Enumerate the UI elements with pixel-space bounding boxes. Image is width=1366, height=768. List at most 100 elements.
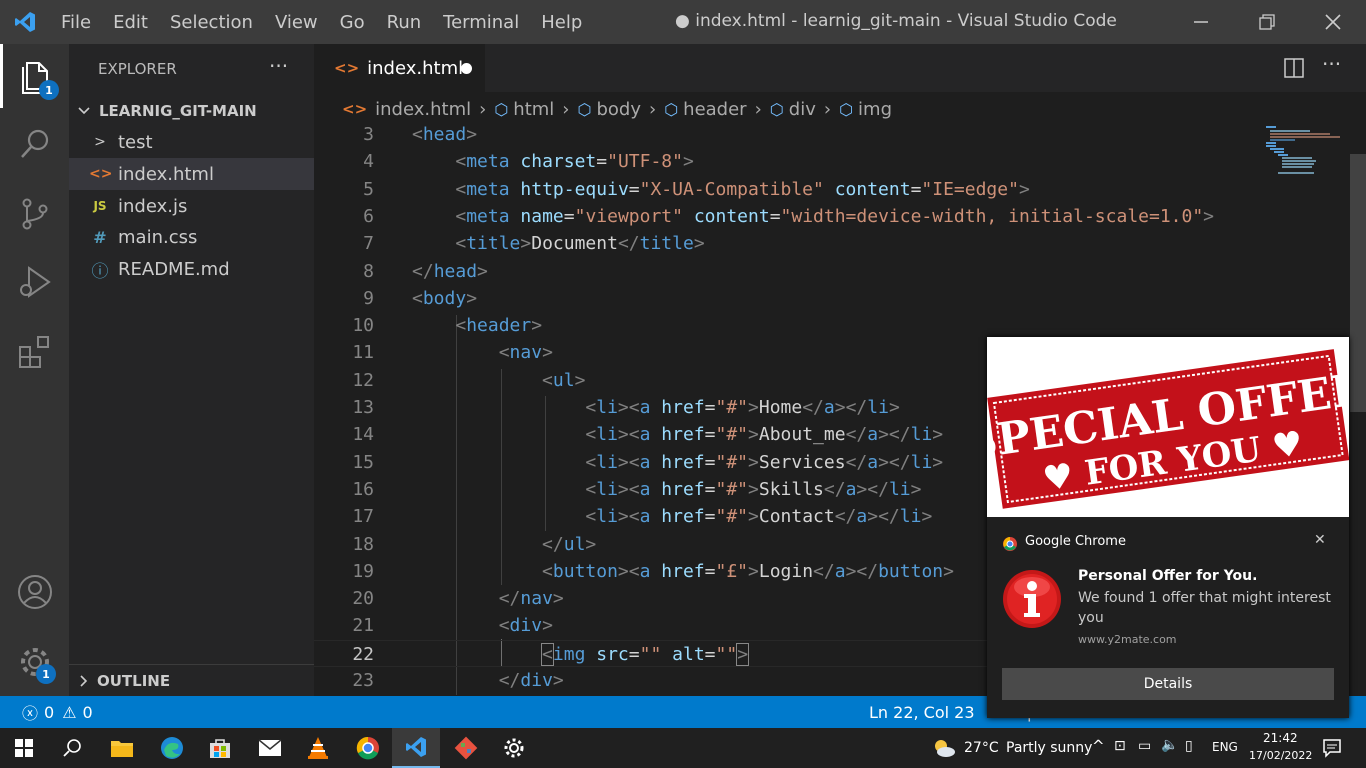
source-control-activity-button[interactable]: [0, 182, 69, 246]
taskbar-file-explorer[interactable]: [98, 728, 146, 768]
menu-terminal[interactable]: Terminal: [432, 12, 530, 33]
code-text[interactable]: <div>: [412, 612, 553, 639]
mail-icon: [258, 739, 282, 756]
code-text[interactable]: <ul>: [412, 367, 585, 394]
menu-go[interactable]: Go: [329, 12, 376, 33]
run-debug-activity-button[interactable]: [0, 250, 69, 314]
close-notification-icon[interactable]: ✕: [1314, 532, 1326, 548]
explorer-activity-button[interactable]: 1: [0, 44, 69, 108]
tree-item-main-css[interactable]: # main.css: [69, 221, 314, 253]
tree-item-index-js[interactable]: JS index.js: [69, 190, 314, 222]
battery-icon[interactable]: ▯: [1185, 738, 1193, 754]
breadcrumb-item[interactable]: header: [683, 99, 746, 120]
network-icon[interactable]: ▭: [1138, 738, 1151, 754]
start-button[interactable]: [0, 728, 48, 768]
close-window-button[interactable]: [1300, 0, 1366, 44]
taskbar-vscode[interactable]: [392, 728, 440, 768]
input-language[interactable]: ENG: [1212, 740, 1238, 754]
code-text[interactable]: <li><a href="#">Home</a></li>: [412, 394, 899, 421]
warning-count: 0: [82, 702, 93, 722]
tab-index-html[interactable]: <> index.html: [314, 44, 485, 92]
breadcrumb-item[interactable]: div: [789, 99, 816, 120]
manage-activity-button[interactable]: 1: [0, 630, 69, 694]
unsaved-dot-icon[interactable]: [461, 63, 472, 74]
minimize-button[interactable]: [1168, 0, 1234, 44]
chevron-up-icon[interactable]: ^: [1092, 737, 1105, 755]
tree-item-readme[interactable]: ⓘ README.md: [69, 253, 314, 285]
menu-edit[interactable]: Edit: [102, 12, 159, 33]
taskbar-edge[interactable]: [148, 728, 196, 768]
split-editor-icon[interactable]: [1284, 58, 1304, 82]
taskbar-settings[interactable]: [490, 728, 538, 768]
menu-file[interactable]: File: [50, 12, 102, 33]
tray-app-icon[interactable]: ⊡: [1114, 738, 1126, 754]
code-text[interactable]: <img src="" alt="">: [412, 641, 750, 668]
outline-section[interactable]: OUTLINE: [69, 664, 314, 696]
menu-selection[interactable]: Selection: [159, 12, 264, 33]
code-text[interactable]: <head>: [412, 126, 477, 148]
taskbar-git[interactable]: [442, 728, 490, 768]
code-line[interactable]: 10 <header>: [314, 312, 1258, 339]
code-text[interactable]: <li><a href="#">About_me</a></li>: [412, 421, 943, 448]
weather-description[interactable]: Partly sunny: [1006, 740, 1092, 756]
code-text[interactable]: </nav>: [412, 585, 564, 612]
code-text[interactable]: <title>Document</title>: [412, 230, 704, 257]
code-text[interactable]: <body>: [412, 285, 477, 312]
explorer-title: EXPLORER: [98, 60, 177, 78]
weather-temperature[interactable]: 27°C: [964, 740, 999, 756]
volume-icon[interactable]: 🔈: [1161, 737, 1178, 753]
code-text[interactable]: <meta http-equiv="X-UA-Compatible" conte…: [412, 176, 1029, 203]
folder-header[interactable]: LEARNIG_GIT-MAIN: [69, 100, 314, 122]
breadcrumb-item[interactable]: img: [858, 99, 892, 120]
breadcrumb-item[interactable]: body: [596, 99, 641, 120]
clock-time[interactable]: 21:42: [1263, 731, 1298, 745]
run-debug-icon: [19, 266, 51, 298]
code-text[interactable]: </div>: [412, 667, 564, 694]
code-text[interactable]: </head>: [412, 258, 488, 285]
explorer-more-button[interactable]: ···: [269, 54, 288, 78]
code-line[interactable]: 9 <body>: [314, 285, 1258, 312]
code-line[interactable]: 7 <title>Document</title>: [314, 230, 1258, 257]
code-line[interactable]: 3 <head>: [314, 126, 1258, 148]
more-actions-icon[interactable]: ···: [1322, 52, 1341, 76]
code-text[interactable]: <li><a href="#">Services</a></li>: [412, 449, 943, 476]
taskbar-store[interactable]: [196, 728, 244, 768]
code-line[interactable]: 8 </head>: [314, 258, 1258, 285]
menu-run[interactable]: Run: [376, 12, 433, 33]
menu-help[interactable]: Help: [530, 12, 593, 33]
extensions-activity-button[interactable]: [0, 320, 69, 384]
details-button[interactable]: Details: [1002, 668, 1334, 700]
code-text[interactable]: <header>: [412, 312, 542, 339]
code-line[interactable]: 5 <meta http-equiv="X-UA-Compatible" con…: [314, 176, 1258, 203]
problems-indicator[interactable]: ⓧ 0 ⚠ 0: [22, 700, 93, 724]
taskbar-vlc[interactable]: [294, 728, 342, 768]
search-activity-button[interactable]: [0, 112, 69, 176]
breadcrumb-item[interactable]: index.html: [375, 99, 471, 120]
menu-view[interactable]: View: [264, 12, 329, 33]
code-text[interactable]: <meta charset="UTF-8">: [412, 148, 693, 175]
clock-date[interactable]: 17/02/2022: [1249, 749, 1312, 762]
tree-item-index-html[interactable]: <> index.html: [69, 158, 314, 190]
weather-icon[interactable]: [932, 737, 956, 763]
taskbar-mail[interactable]: [246, 728, 294, 768]
editor-scrollbar[interactable]: [1350, 126, 1366, 696]
cursor-position[interactable]: Ln 22, Col 23: [869, 703, 975, 722]
explorer-badge: 1: [39, 80, 59, 100]
code-line[interactable]: 6 <meta name="viewport" content="width=d…: [314, 203, 1258, 230]
accounts-activity-button[interactable]: [0, 560, 69, 624]
restore-button[interactable]: [1234, 0, 1300, 44]
tree-item-test[interactable]: > test: [69, 126, 314, 158]
code-text[interactable]: <li><a href="#">Contact</a></li>: [412, 503, 932, 530]
taskbar-search-button[interactable]: [48, 728, 96, 768]
action-center-icon[interactable]: [1322, 738, 1342, 762]
code-text[interactable]: <nav>: [412, 339, 553, 366]
scrollbar-thumb[interactable]: [1350, 154, 1366, 412]
line-number: 10: [352, 315, 374, 337]
code-text[interactable]: </ul>: [412, 531, 596, 558]
code-text[interactable]: <button><a href="£">Login</a></button>: [412, 558, 954, 585]
taskbar-chrome[interactable]: [344, 728, 392, 768]
code-text[interactable]: <meta name="viewport" content="width=dev…: [412, 203, 1214, 230]
code-text[interactable]: <li><a href="#">Skills</a></li>: [412, 476, 921, 503]
code-line[interactable]: 4 <meta charset="UTF-8">: [314, 148, 1258, 175]
breadcrumb-item[interactable]: html: [513, 99, 554, 120]
